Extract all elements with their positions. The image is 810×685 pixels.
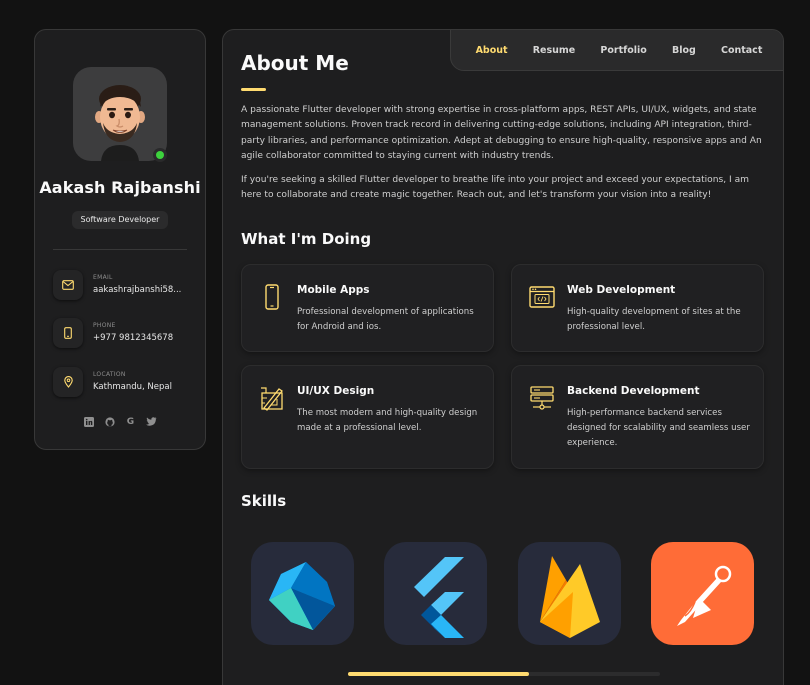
design-icon [258, 384, 286, 412]
phone-label: PHONE [93, 322, 116, 329]
service-description: The most modern and high-quality design … [297, 408, 478, 434]
profile-name: Aakash Rajbanshi [39, 178, 201, 197]
skill-dart[interactable] [251, 542, 354, 645]
memoji-avatar-icon [95, 85, 145, 161]
page-title: About Me [241, 51, 349, 75]
firebase-logo-icon [540, 556, 600, 638]
mobile-icon [258, 283, 286, 311]
twitter-icon[interactable] [146, 416, 157, 427]
services-heading: What I'm Doing [241, 230, 372, 248]
service-title: Web Development [567, 284, 676, 296]
title-underline [241, 88, 266, 91]
phone-icon [53, 318, 83, 348]
skills-heading: Skills [241, 492, 287, 510]
service-title: Mobile Apps [297, 284, 370, 296]
service-description: High-performance backend services design… [567, 408, 750, 449]
email-label: EMAIL [93, 274, 113, 281]
online-status-indicator [153, 148, 167, 162]
about-paragraph-1: A passionate Flutter developer with stro… [241, 105, 762, 161]
github-icon[interactable] [104, 416, 115, 427]
skills-scrollbar[interactable] [348, 672, 660, 676]
service-card-design: UI/UX Design The most modern and high-qu… [241, 365, 494, 469]
email-value[interactable]: aakashrajbanshi58... [93, 285, 193, 295]
web-code-icon [528, 283, 556, 311]
postman-logo-icon [677, 565, 732, 626]
service-description: Professional development of applications… [297, 307, 474, 333]
location-value: Kathmandu, Nepal [93, 382, 172, 392]
service-card-mobile: Mobile Apps Professional development of … [241, 264, 494, 352]
nav-blog[interactable]: Blog [672, 45, 696, 56]
google-icon[interactable]: G [125, 416, 136, 427]
phone-value[interactable]: +977 9812345678 [93, 333, 193, 343]
location-icon [53, 367, 83, 397]
server-icon [528, 384, 556, 412]
service-title: Backend Development [567, 385, 700, 397]
location-label: LOCATION [93, 371, 126, 378]
service-title: UI/UX Design [297, 385, 375, 397]
linkedin-icon[interactable] [83, 416, 94, 427]
mail-icon [53, 270, 83, 300]
skills-scrollbar-thumb[interactable] [348, 672, 529, 676]
service-description: High-quality development of sites at the… [567, 307, 741, 333]
dart-logo-icon [269, 562, 335, 630]
social-links: G [35, 416, 205, 427]
profile-title-badge: Software Developer [72, 211, 168, 229]
nav-portfolio[interactable]: Portfolio [600, 45, 646, 56]
contact-location: LOCATION Kathmandu, Nepal [53, 367, 193, 397]
skill-flutter[interactable] [384, 542, 487, 645]
sidebar-separator [53, 249, 187, 250]
service-card-web: Web Development High-quality development… [511, 264, 764, 352]
avatar [73, 67, 167, 161]
nav-about[interactable]: About [476, 45, 508, 56]
profile-sidebar: Aakash Rajbanshi Software Developer EMAI… [34, 29, 206, 450]
contact-phone: PHONE +977 9812345678 [53, 318, 193, 348]
contact-email: EMAIL aakashrajbanshi58... [53, 270, 193, 300]
main-content: About Resume Portfolio Blog Contact Abou… [222, 29, 784, 685]
nav-contact[interactable]: Contact [721, 45, 762, 56]
flutter-logo-icon [414, 557, 464, 638]
skill-firebase[interactable] [518, 542, 621, 645]
skill-postman[interactable] [651, 542, 754, 645]
service-card-backend: Backend Development High-performance bac… [511, 365, 764, 469]
about-paragraph-2: If you're seeking a skilled Flutter deve… [241, 175, 750, 201]
top-navbar: About Resume Portfolio Blog Contact [450, 30, 783, 71]
nav-resume[interactable]: Resume [533, 45, 576, 56]
